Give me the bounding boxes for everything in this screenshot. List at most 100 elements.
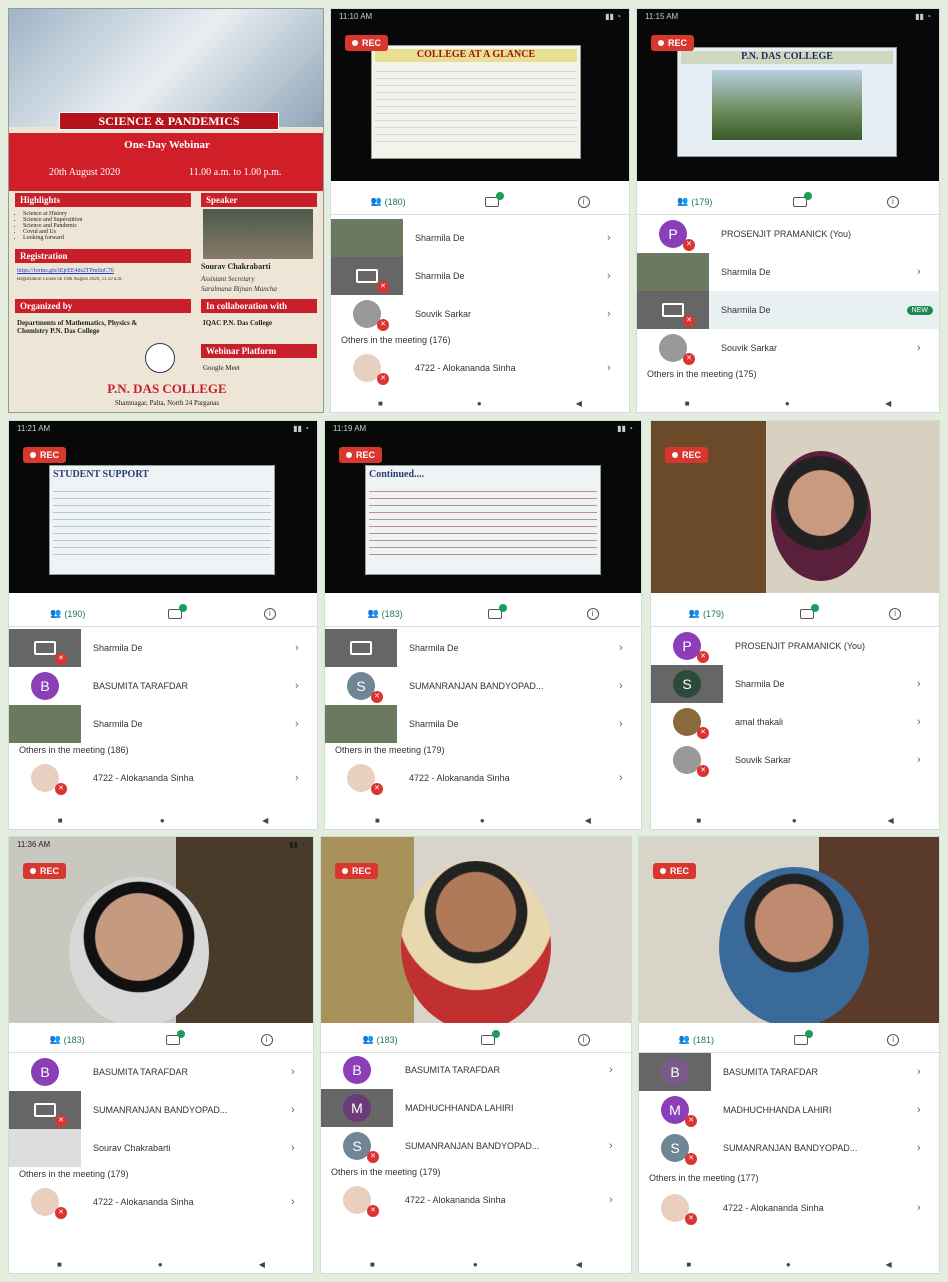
recents-icon[interactable]: ■ (685, 399, 690, 408)
recents-icon[interactable]: ■ (370, 1260, 375, 1269)
home-icon[interactable]: ● (480, 816, 485, 825)
home-icon[interactable]: ● (158, 1260, 163, 1269)
chat-icon (167, 603, 187, 619)
avatar: S ✕ (325, 667, 397, 705)
tab-chat[interactable] (792, 191, 812, 207)
tab-people[interactable]: 👥 (179) (677, 196, 712, 207)
back-icon[interactable]: ◀ (885, 1260, 891, 1269)
avatar: ✕ (331, 349, 403, 387)
participant-row[interactable]: ✕ Souvik Sarkar › (651, 741, 939, 779)
participant-row[interactable]: ✕ 4722 - Alokananda Sinha › (9, 759, 317, 797)
participant-row[interactable]: S ✕ SUMANRANJAN BANDYOPAD... › (321, 1127, 631, 1165)
back-icon[interactable]: ◀ (885, 399, 891, 408)
participant-row[interactable]: ✕ 4722 - Alokananda Sinha › (9, 1183, 313, 1221)
participant-row[interactable]: ✕ Sharmila De › (331, 257, 629, 295)
recents-icon[interactable]: ■ (375, 816, 380, 825)
tab-info[interactable]: i (586, 607, 599, 620)
recents-icon[interactable]: ■ (696, 816, 701, 825)
participant-row[interactable]: ✕ 4722 - Alokananda Sinha › (639, 1189, 939, 1227)
tab-chat[interactable] (799, 603, 819, 619)
back-icon[interactable]: ◀ (576, 399, 582, 408)
participant-name: Sourav Chakrabarti (93, 1143, 171, 1153)
participant-row[interactable]: Sharmila De › (637, 253, 939, 291)
avatar: ✕ (639, 1189, 711, 1227)
recents-icon[interactable]: ■ (378, 399, 383, 408)
tab-chat[interactable] (480, 1029, 500, 1045)
participant-row[interactable]: Sourav Chakrabarti › (9, 1129, 313, 1167)
tab-people[interactable]: 👥 (181) (679, 1034, 714, 1045)
participant-row[interactable]: ✕ SUMANRANJAN BANDYOPAD... › (9, 1091, 313, 1129)
participant-row[interactable]: S ✕ SUMANRANJAN BANDYOPAD... › (639, 1129, 939, 1167)
back-icon[interactable]: ◀ (576, 1260, 582, 1269)
tab-info[interactable]: i (263, 607, 276, 620)
avatar-letter: M (343, 1094, 371, 1122)
home-icon[interactable]: ● (160, 816, 165, 825)
participant-row[interactable]: ✕ Sharmila De NEW (637, 291, 939, 329)
others-heading: Others in the meeting (179) (331, 1167, 441, 1177)
participant-row[interactable]: ✕ Souvik Sarkar › (331, 295, 629, 333)
registration-link[interactable]: https://forms.gle/iEjrEE4ds2TPmSnC76 (17, 268, 197, 274)
participant-name: 4722 - Alokananda Sinha (723, 1203, 824, 1213)
tab-people[interactable]: 👥 (179) (689, 608, 724, 619)
participant-name: Souvik Sarkar (721, 343, 778, 353)
speaker-name: Sourav Chakrabarti (201, 262, 271, 271)
participant-name: Sharmila De (721, 267, 771, 277)
android-nav-bar: ■ ● ◀ (9, 1255, 313, 1273)
tab-people[interactable]: 👥 (180) (370, 196, 405, 207)
home-icon[interactable]: ● (786, 1260, 791, 1269)
participant-row[interactable]: ✕ Sharmila De › (9, 629, 317, 667)
participant-row[interactable]: M MADHUCHHANDA LAHIRI (321, 1089, 631, 1127)
participant-row[interactable]: Sharmila De › (325, 629, 641, 667)
participant-row[interactable]: M ✕ MADHUCHHANDA LAHIRI › (639, 1091, 939, 1129)
tab-info[interactable]: i (887, 1033, 900, 1046)
participant-row[interactable]: ✕ 4722 - Alokananda Sinha › (321, 1181, 631, 1219)
tab-info[interactable]: i (260, 1033, 273, 1046)
home-icon[interactable]: ● (473, 1260, 478, 1269)
home-icon[interactable]: ● (792, 816, 797, 825)
participant-row[interactable]: B BASUMITA TARAFDAR › (9, 1053, 313, 1091)
participant-row[interactable]: ✕ 4722 - Alokananda Sinha › (331, 349, 629, 387)
recents-icon[interactable]: ■ (686, 1260, 691, 1269)
mic-off-icon: ✕ (377, 281, 389, 293)
home-icon[interactable]: ● (477, 399, 482, 408)
chevron-right-icon: › (609, 1064, 613, 1076)
participant-row[interactable]: P ✕ PROSENJIT PRAMANICK (You) (637, 215, 939, 253)
tab-info[interactable]: i (889, 607, 902, 620)
home-icon[interactable]: ● (785, 399, 790, 408)
participant-row[interactable]: ✕ amal thakali › (651, 703, 939, 741)
tab-chat[interactable] (165, 1029, 185, 1045)
back-icon[interactable]: ◀ (887, 816, 893, 825)
tab-chat[interactable] (167, 603, 187, 619)
tab-people[interactable]: 👥 (190) (50, 608, 85, 619)
participant-row[interactable]: B BASUMITA TARAFDAR › (321, 1051, 631, 1089)
participant-row[interactable]: ✕ 4722 - Alokananda Sinha › (325, 759, 641, 797)
presentation-view: 11:19 AM ▮▮ ◔ REC Continued.... (325, 421, 641, 593)
participant-row[interactable]: B BASUMITA TARAFDAR › (9, 667, 317, 705)
tab-info[interactable]: i (577, 195, 590, 208)
back-icon[interactable]: ◀ (262, 816, 268, 825)
avatar: P ✕ (637, 215, 709, 253)
tab-people[interactable]: 👥 (183) (49, 1034, 84, 1045)
back-icon[interactable]: ◀ (585, 816, 591, 825)
tab-people[interactable]: 👥 (183) (367, 608, 402, 619)
participant-row[interactable]: ✕ Souvik Sarkar › (637, 329, 939, 367)
participant-row[interactable]: S ✕ SUMANRANJAN BANDYOPAD... › (325, 667, 641, 705)
back-icon[interactable]: ◀ (259, 1260, 265, 1269)
participant-row[interactable]: Sharmila De › (331, 219, 629, 257)
recents-icon[interactable]: ■ (58, 816, 63, 825)
mic-off-icon: ✕ (55, 1115, 67, 1127)
participant-row[interactable]: Sharmila De › (325, 705, 641, 743)
participant-row[interactable]: P ✕ PROSENJIT PRAMANICK (You) (651, 627, 939, 665)
tab-chat[interactable] (484, 191, 504, 207)
tab-chat[interactable] (793, 1029, 813, 1045)
participant-row[interactable]: Sharmila De › (9, 705, 317, 743)
tab-info[interactable]: i (577, 1033, 590, 1046)
tab-people[interactable]: 👥 (183) (362, 1034, 397, 1045)
webinar-poster: SCIENCE & PANDEMICS One-Day Webinar 20th… (8, 8, 324, 413)
mic-off-icon: ✕ (683, 353, 695, 365)
participant-row[interactable]: S Sharmila De › (651, 665, 939, 703)
participant-row[interactable]: B BASUMITA TARAFDAR › (639, 1053, 939, 1091)
tab-info[interactable]: i (886, 195, 899, 208)
tab-chat[interactable] (487, 603, 507, 619)
recents-icon[interactable]: ■ (57, 1260, 62, 1269)
